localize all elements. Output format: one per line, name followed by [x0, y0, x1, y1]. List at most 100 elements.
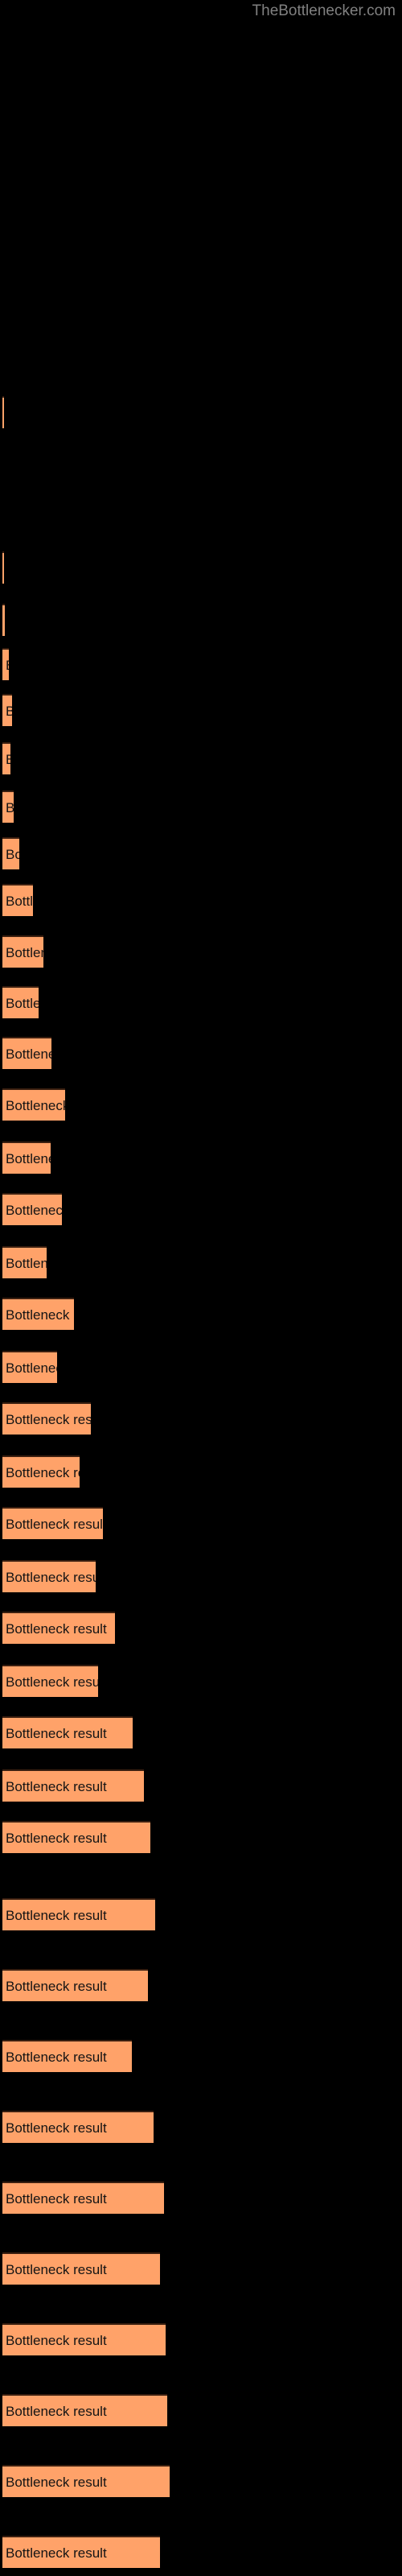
bar: Bottleneck result: [2, 791, 14, 823]
bar-row: Bottleneck result: [0, 2252, 402, 2285]
bar-row: Bottleneck result: [0, 396, 402, 428]
bar-row: Bottleneck result: [0, 604, 402, 636]
bar: Bottleneck result: [2, 2111, 154, 2143]
bar-label-clip: Bottleneck result: [6, 1404, 91, 1435]
bar-label-clip: Bottleneck result: [6, 839, 19, 869]
bar-row: Bottleneck result: [0, 986, 402, 1018]
bar: Bottleneck result: [2, 1507, 103, 1539]
bar: Bottleneck result: [2, 1193, 62, 1225]
bar: Bottleneck result: [2, 837, 19, 869]
bar-label-clip: Bottleneck result: [6, 988, 39, 1018]
bar: Bottleneck result: [2, 2252, 160, 2285]
bar: Bottleneck result: [2, 935, 43, 968]
bar: Bottleneck result: [2, 986, 39, 1018]
bar-label: Bottleneck result: [6, 2545, 107, 2561]
bar-label-clip: Bottleneck result: [6, 2041, 132, 2072]
bar-label: Bottleneck result: [6, 650, 9, 680]
bar-row: Bottleneck result: [0, 1716, 402, 1748]
bar: Bottleneck result: [2, 1088, 65, 1121]
bar: Bottleneck result: [2, 1402, 91, 1435]
bar-label: Bottleneck result: [6, 1621, 107, 1637]
bar-label-clip: Bottleneck result: [6, 2467, 170, 2497]
bar-label-clip: Bottleneck result: [6, 696, 12, 726]
bar-label: Bottleneck result: [6, 744, 10, 774]
bar: Bottleneck result: [2, 1821, 150, 1853]
bar: Bottleneck result: [2, 1141, 51, 1174]
bar-label: Bottleneck result: [6, 2050, 107, 2065]
bar-label-clip: Bottleneck result: [6, 1771, 144, 1802]
bar-label-clip: Bottleneck result: [6, 1823, 150, 1853]
bar-row: Bottleneck result: [0, 791, 402, 823]
bar-label: Bottleneck result: [6, 945, 43, 960]
bar-label-clip: Bottleneck result: [6, 1248, 47, 1278]
bar-label-clip: Bottleneck result: [6, 1718, 133, 1748]
bar-row: Bottleneck result: [0, 1821, 402, 1853]
bar-label: Bottleneck result: [6, 1360, 57, 1376]
bar-label-clip: Bottleneck result: [6, 1666, 98, 1697]
bar-label-clip: Bottleneck result: [6, 1971, 148, 2001]
bar-label-clip: Bottleneck result: [6, 1090, 65, 1121]
bar-label: Bottleneck result: [6, 1412, 91, 1427]
bar: Bottleneck result: [2, 551, 4, 584]
bar-label-clip: Bottleneck result: [6, 2396, 167, 2426]
bar-label: Bottleneck result: [6, 1831, 107, 1846]
bar-label: Bottleneck result: [6, 1979, 107, 1994]
bar-row: Bottleneck result: [0, 1612, 402, 1644]
bar: Bottleneck result: [2, 1769, 144, 1802]
bar-row: Bottleneck result: [0, 1455, 402, 1488]
bar-label: Bottleneck result: [6, 1908, 107, 1923]
bar-row: Bottleneck result: [0, 1246, 402, 1278]
bar-label-clip: Bottleneck result: [6, 744, 10, 774]
bar-label-clip: Bottleneck result: [6, 1195, 62, 1225]
bar: Bottleneck result: [2, 2394, 167, 2426]
bar-row: Bottleneck result: [0, 1665, 402, 1697]
bar-row: Bottleneck result: [0, 1351, 402, 1383]
bar-label-clip: Bottleneck result: [6, 2537, 160, 2568]
bar-row: Bottleneck result: [0, 2465, 402, 2497]
bar-label: Bottleneck result: [6, 1203, 62, 1218]
site-watermark-title: TheBottlenecker.com: [252, 2, 396, 19]
bar: Bottleneck result: [2, 1560, 96, 1592]
bar: Bottleneck result: [2, 1246, 47, 1278]
bar: Bottleneck result: [2, 1612, 115, 1644]
bar-label-clip: Bottleneck result: [6, 1352, 57, 1383]
bar-label-clip: Bottleneck result: [6, 1038, 51, 1069]
bar: Bottleneck result: [2, 2536, 160, 2568]
bar-row: Bottleneck result: [0, 742, 402, 774]
bar-label-clip: Bottleneck result: [6, 792, 14, 823]
bar-label-clip: Bottleneck result: [6, 1509, 103, 1539]
bar-label-clip: Bottleneck result: [6, 1900, 155, 1930]
bar-label: Bottleneck result: [6, 2404, 107, 2419]
bar-label-clip: Bottleneck result: [6, 2183, 164, 2214]
bar-row: Bottleneck result: [0, 1037, 402, 1069]
bar-label-clip: Bottleneck result: [6, 650, 9, 680]
bar-label-clip: Bottleneck result: [6, 2325, 166, 2355]
bar-row: Bottleneck result: [0, 1969, 402, 2001]
bar: Bottleneck result: [2, 1716, 133, 1748]
bar: Bottleneck result: [2, 1898, 155, 1930]
bar-label-clip: Bottleneck result: [6, 2254, 160, 2285]
bar: Bottleneck result: [2, 2323, 166, 2355]
bar-row: Bottleneck result: [0, 694, 402, 726]
bar-label: Bottleneck result: [6, 1779, 107, 1794]
bar-label: Bottleneck result: [6, 847, 19, 862]
bar-label-clip: Bottleneck result: [6, 1613, 115, 1644]
bar: Bottleneck result: [2, 2182, 164, 2214]
bar-row: Bottleneck result: [0, 1507, 402, 1539]
bar-label-clip: Bottleneck result: [6, 886, 33, 916]
bar-label: Bottleneck result: [6, 996, 39, 1011]
bar-label: Bottleneck result: [6, 1151, 51, 1166]
bar: Bottleneck result: [2, 742, 10, 774]
bar-row: Bottleneck result: [0, 1193, 402, 1225]
bar-label: Bottleneck result: [6, 1465, 80, 1480]
bar: Bottleneck result: [2, 1665, 98, 1697]
bar-label: Bottleneck result: [6, 792, 14, 823]
bar-row: Bottleneck result: [0, 1088, 402, 1121]
bar-row: Bottleneck result: [0, 2394, 402, 2426]
bar: Bottleneck result: [2, 1351, 57, 1383]
bar-label: Bottleneck result: [6, 2475, 107, 2490]
bar-row: Bottleneck result: [0, 1769, 402, 1802]
bar-label: Bottleneck result: [6, 1674, 98, 1690]
bar: Bottleneck result: [2, 396, 4, 428]
bar-row: Bottleneck result: [0, 648, 402, 680]
